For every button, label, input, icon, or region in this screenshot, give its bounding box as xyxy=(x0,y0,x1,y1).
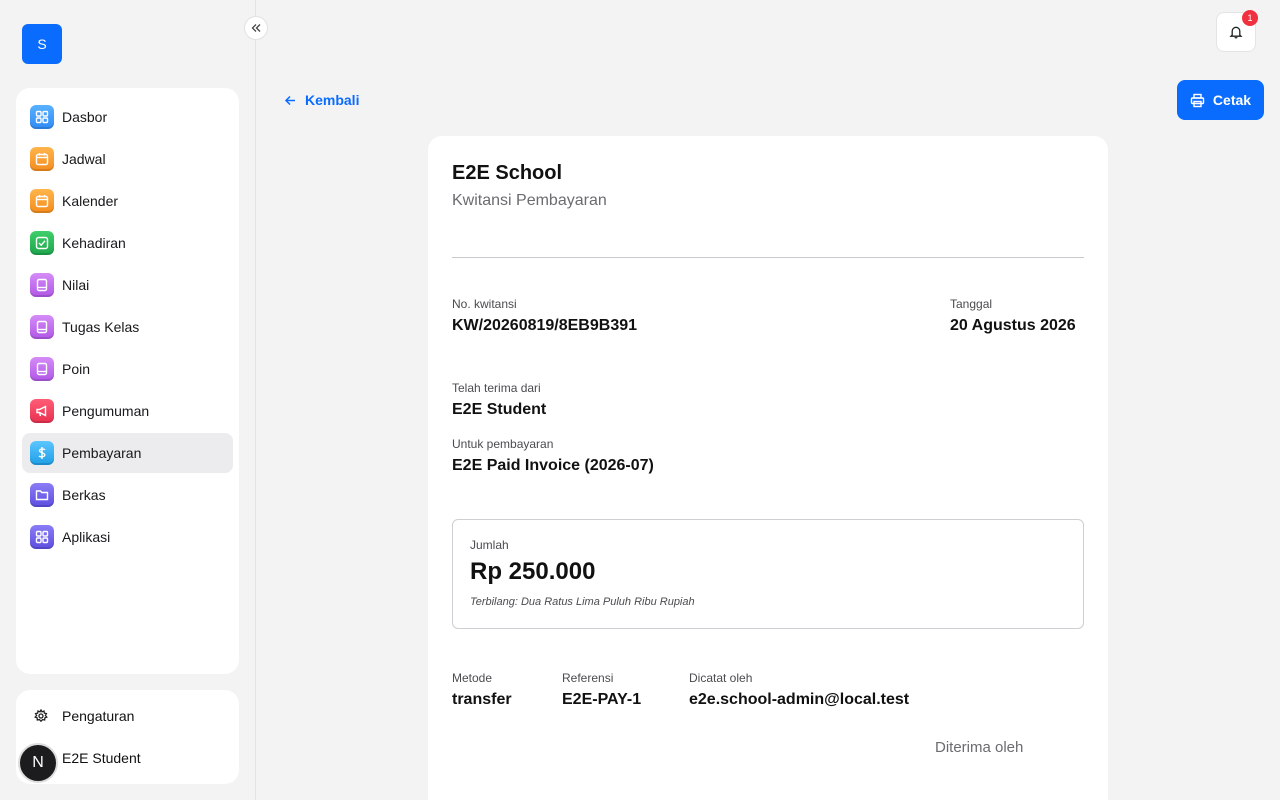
sidebar-item-label: Pembayaran xyxy=(62,445,142,461)
megaphone-icon xyxy=(30,399,54,423)
sidebar-item-kalender[interactable]: Kalender xyxy=(22,181,233,221)
amount-box: Jumlah Rp 250.000 Terbilang: Dua Ratus L… xyxy=(452,519,1084,629)
settings-label: Pengaturan xyxy=(62,708,135,724)
sidebar-item-jadwal[interactable]: Jadwal xyxy=(22,139,233,179)
sidebar-item-tugas-kelas[interactable]: Tugas Kelas xyxy=(22,307,233,347)
school-logo[interactable]: S xyxy=(22,24,62,64)
settings-link[interactable]: Pengaturan xyxy=(34,706,134,726)
divider xyxy=(452,257,1084,258)
gear-icon xyxy=(34,709,48,723)
collapse-sidebar-button[interactable] xyxy=(244,16,268,40)
sidebar-item-poin[interactable]: Poin xyxy=(22,349,233,389)
reference-label: Referensi xyxy=(562,671,614,685)
received-from-label: Telah terima dari xyxy=(452,381,541,395)
notification-count-badge: 1 xyxy=(1242,10,1258,26)
recorded-by-value: e2e.school-admin@local.test xyxy=(689,691,910,708)
sidebar-item-aplikasi[interactable]: Aplikasi xyxy=(22,517,233,557)
received-from-value: E2E Student xyxy=(452,401,547,418)
reference-value: E2E-PAY-1 xyxy=(562,691,642,708)
calendar-icon xyxy=(30,147,54,171)
check-square-icon xyxy=(30,231,54,255)
sidebar-item-label: Aplikasi xyxy=(62,529,111,545)
recorded-by-label: Dicatat oleh xyxy=(689,671,753,685)
receipt-title: Kwitansi Pembayaran xyxy=(452,192,607,209)
amount-label: Jumlah xyxy=(470,538,509,552)
dollar-icon xyxy=(30,441,54,465)
chevrons-left-icon xyxy=(251,24,261,32)
book-icon xyxy=(30,357,54,381)
avatar[interactable]: N xyxy=(18,743,58,783)
sidebar-item-label: Kalender xyxy=(62,193,119,209)
apps-icon xyxy=(30,525,54,549)
sidebar-item-label: Pengumuman xyxy=(62,403,150,419)
receipt-number-value: KW/20260819/8EB9B391 xyxy=(452,317,638,334)
book-icon xyxy=(30,273,54,297)
sidebar-item-kehadiran[interactable]: Kehadiran xyxy=(22,223,233,263)
sidebar-item-label: Poin xyxy=(62,361,91,377)
method-label: Metode xyxy=(452,671,493,685)
sidebar-item-label: Kehadiran xyxy=(62,235,126,251)
amount-value: Rp 250.000 xyxy=(470,558,596,585)
sidebar-item-nilai[interactable]: Nilai xyxy=(22,265,233,305)
printer-icon xyxy=(1190,93,1205,107)
receipt-number-label: No. kwitansi xyxy=(452,297,517,311)
sidebar-item-berkas[interactable]: Berkas xyxy=(22,475,233,515)
sidebar-item-label: Tugas Kelas xyxy=(62,319,140,335)
receipt-card: E2E School Kwitansi Pembayaran No. kwita… xyxy=(428,136,1108,800)
sidebar-item-label: Berkas xyxy=(62,487,106,503)
method-value: transfer xyxy=(452,691,512,708)
back-link[interactable]: Kembali xyxy=(284,91,359,109)
calendar-icon xyxy=(30,189,54,213)
sidebar-nav: Dasbor Jadwal Kalender Kehadiran Nilai T… xyxy=(16,88,239,674)
bell-icon xyxy=(1229,26,1243,39)
print-label: Cetak xyxy=(1212,92,1252,108)
user-menu[interactable]: E2E Student xyxy=(62,748,141,768)
book-icon xyxy=(30,315,54,339)
school-name: E2E School xyxy=(452,162,563,184)
date-label: Tanggal xyxy=(950,297,993,311)
folder-icon xyxy=(30,483,54,507)
sidebar-item-pengumuman[interactable]: Pengumuman xyxy=(22,391,233,431)
user-name: E2E Student xyxy=(62,750,141,766)
sidebar-item-dasbor[interactable]: Dasbor xyxy=(22,97,233,137)
arrow-left-icon xyxy=(284,95,295,105)
amount-in-words: Terbilang: Dua Ratus Lima Puluh Ribu Rup… xyxy=(470,596,695,608)
sidebar-item-label: Nilai xyxy=(62,277,90,293)
sidebar-item-pembayaran[interactable]: Pembayaran xyxy=(22,433,233,473)
sidebar: S Dasbor Jadwal Kalender Kehadiran Nilai… xyxy=(0,0,256,800)
received-by-label: Diterima oleh xyxy=(935,739,1024,756)
date-value: 20 Agustus 2026 xyxy=(950,317,1076,334)
sidebar-item-label: Dasbor xyxy=(62,109,108,125)
for-payment-value: E2E Paid Invoice (2026-07) xyxy=(452,457,654,474)
dashboard-icon xyxy=(30,105,54,129)
print-button[interactable]: Cetak xyxy=(1177,80,1264,120)
for-payment-label: Untuk pembayaran xyxy=(452,437,554,451)
sidebar-item-label: Jadwal xyxy=(62,151,106,167)
back-label: Kembali xyxy=(305,92,360,108)
